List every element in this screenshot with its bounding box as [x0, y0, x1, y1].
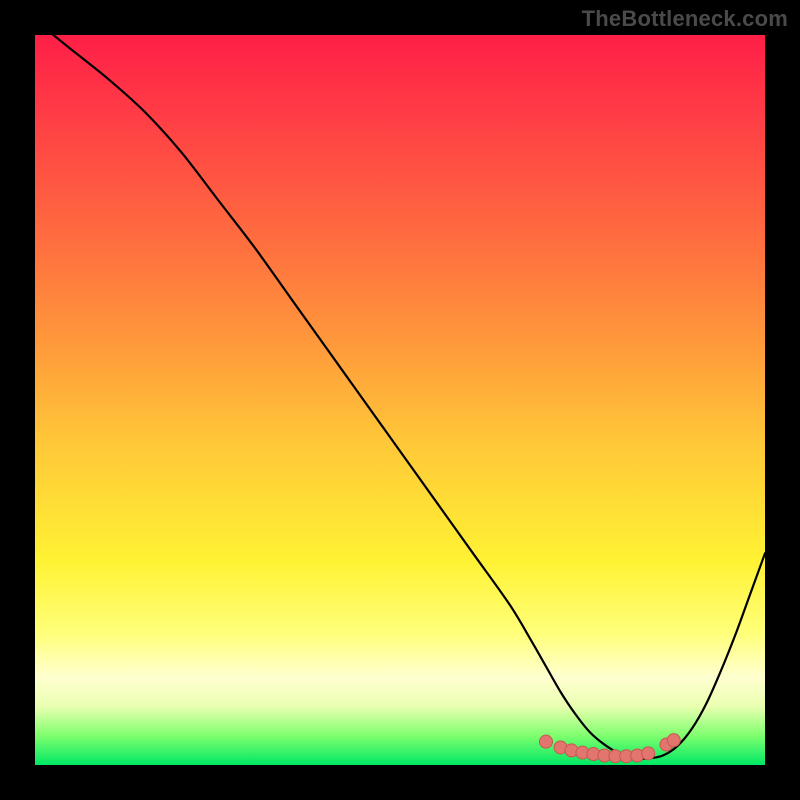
chart-frame: TheBottleneck.com	[0, 0, 800, 800]
trough-marker	[540, 735, 553, 748]
watermark-text: TheBottleneck.com	[582, 6, 788, 32]
trough-marker	[667, 734, 680, 747]
curve-layer	[35, 35, 765, 765]
trough-marker	[642, 747, 655, 760]
plot-area	[35, 35, 765, 765]
bottleneck-curve	[35, 20, 765, 758]
